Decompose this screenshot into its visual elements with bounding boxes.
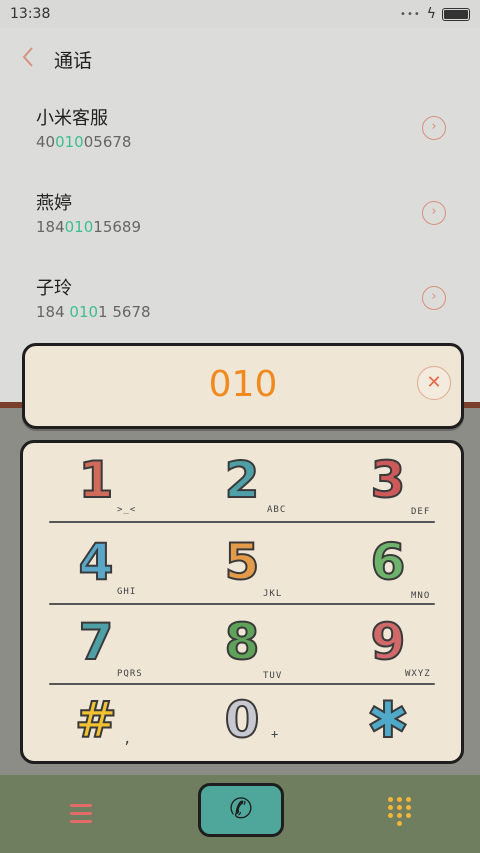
clear-button[interactable]: ✕ <box>417 366 451 400</box>
number-match: 010 <box>55 133 84 151</box>
key-letters: MNO <box>411 591 431 601</box>
notification-dots-icon: ••• <box>400 8 421 20</box>
dialed-number: 010 <box>208 364 278 405</box>
contact-number: 18401015689 <box>36 218 141 236</box>
number-prefix: 184 <box>36 218 65 236</box>
status-icons: ••• ϟ <box>400 6 470 22</box>
number-match: 010 <box>69 303 99 321</box>
key-digit: 8 <box>224 612 261 672</box>
contact-name: 子玲 <box>36 278 72 299</box>
key-digit: 4 <box>78 532 115 592</box>
key-digit: 2 <box>224 450 261 510</box>
page-title: 通话 <box>54 50 93 72</box>
contact-item[interactable]: 小米客服 4001005678 › <box>0 88 480 173</box>
key-3[interactable]: 3 DEF <box>315 443 461 523</box>
key-digit: 7 <box>78 612 115 672</box>
number-prefix: 184 <box>36 303 70 321</box>
status-time: 13:38 <box>10 6 51 22</box>
key-7[interactable]: 7 PQRS <box>23 605 169 685</box>
key-hash[interactable]: # , <box>23 683 169 763</box>
bottom-bar: ✆ <box>0 775 480 853</box>
key-digit: 5 <box>224 532 261 592</box>
header: 通话 <box>0 28 480 88</box>
number-prefix: 40 <box>36 133 56 151</box>
dialpad-toggle-icon[interactable] <box>386 795 416 826</box>
key-letters: WXYZ <box>405 669 431 679</box>
contact-detail-button[interactable]: › <box>422 116 446 140</box>
key-0[interactable]: 0 + <box>169 683 315 763</box>
key-letters: + <box>271 727 280 741</box>
key-digit: 0 <box>224 690 261 750</box>
key-8[interactable]: 8 TUV <box>169 605 315 685</box>
key-9[interactable]: 9 WXYZ <box>315 605 461 685</box>
key-star[interactable]: ✱ <box>315 683 461 763</box>
number-suffix: 15689 <box>93 218 141 236</box>
keypad: 1 >_< 2 ABC 3 DEF 4 GHI 5 JKL 6 MNO 7 PQ… <box>20 440 464 764</box>
contact-detail-button[interactable]: › <box>422 201 446 225</box>
key-digit: # <box>74 690 118 750</box>
dial-display: 010 ✕ <box>22 343 464 429</box>
contact-name: 小米客服 <box>36 108 108 129</box>
key-digit: 3 <box>370 450 407 510</box>
key-letters: GHI <box>117 587 137 597</box>
contact-name: 燕婷 <box>36 193 72 214</box>
key-letters: DEF <box>411 507 431 517</box>
contact-list: 小米客服 4001005678 › 燕婷 18401015689 › 子玲 18… <box>0 88 480 343</box>
status-bar: 13:38 ••• ϟ <box>0 0 480 28</box>
key-2[interactable]: 2 ABC <box>169 443 315 523</box>
number-suffix: 05678 <box>83 133 132 151</box>
contact-number: 4001005678 <box>36 133 131 151</box>
key-1[interactable]: 1 >_< <box>23 443 169 523</box>
contact-item[interactable]: 子玲 184 0101 5678 › <box>0 258 480 343</box>
menu-icon[interactable] <box>62 795 98 831</box>
key-letters: PQRS <box>117 669 143 679</box>
contact-item[interactable]: 燕婷 18401015689 › <box>0 173 480 258</box>
key-digit: 9 <box>370 612 407 672</box>
charging-icon: ϟ <box>426 6 436 22</box>
key-letters: >_< <box>117 505 137 515</box>
call-button[interactable]: ✆ <box>198 783 284 837</box>
key-letters: JKL <box>263 589 283 599</box>
contact-number: 184 0101 5678 <box>36 303 151 321</box>
battery-icon <box>442 7 470 21</box>
key-4[interactable]: 4 GHI <box>23 525 169 605</box>
key-letters: , <box>123 731 133 747</box>
key-letters: ABC <box>267 505 287 515</box>
back-arrow-icon[interactable] <box>18 44 40 70</box>
key-letters: TUV <box>263 671 283 681</box>
contact-detail-button[interactable]: › <box>422 286 446 310</box>
key-digit: 1 <box>78 450 115 510</box>
key-6[interactable]: 6 MNO <box>315 525 461 605</box>
key-digit: ✱ <box>366 690 410 750</box>
number-match: 010 <box>64 218 94 236</box>
key-digit: 6 <box>370 532 407 592</box>
key-5[interactable]: 5 JKL <box>169 525 315 605</box>
phone-icon: ✆ <box>229 792 253 825</box>
number-suffix: 1 5678 <box>98 303 151 321</box>
